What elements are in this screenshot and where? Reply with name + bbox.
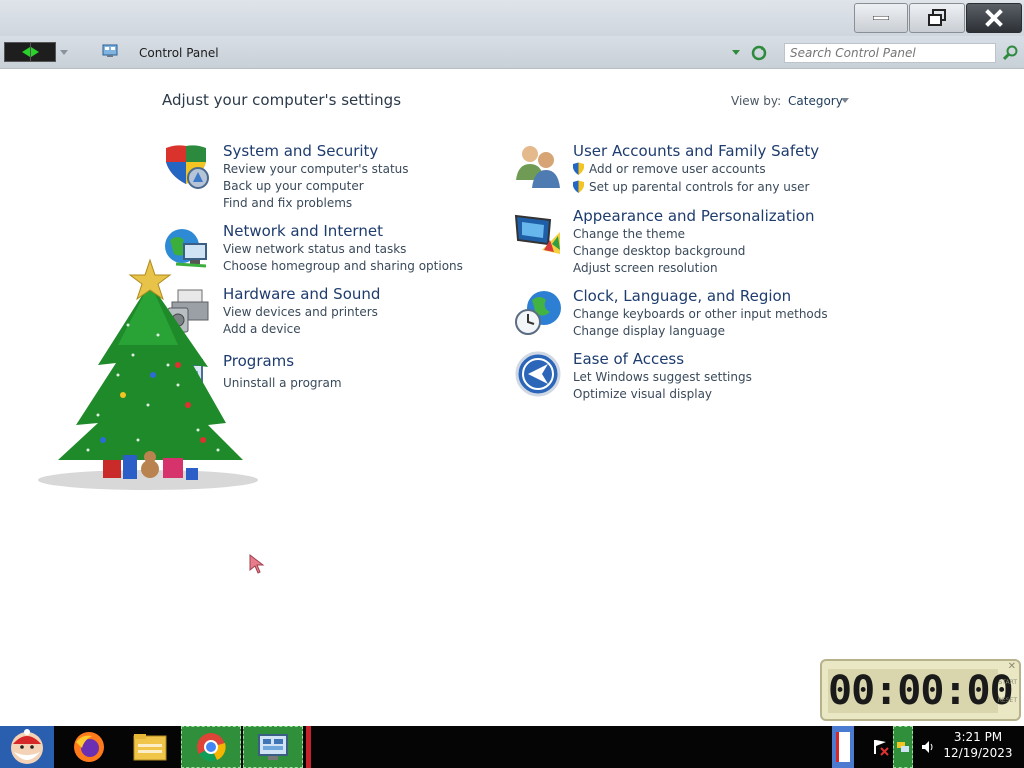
back-button[interactable] bbox=[5, 43, 30, 61]
link-find-fix[interactable]: Find and fix problems bbox=[223, 196, 352, 210]
timer-reset-button[interactable]: RESET bbox=[998, 697, 1017, 704]
view-by-label: View by: bbox=[731, 94, 782, 108]
clock-date[interactable]: 12/19/2023 bbox=[940, 746, 1016, 760]
close-icon bbox=[985, 9, 1003, 27]
volume-icon[interactable] bbox=[920, 739, 936, 755]
clock-globe-icon[interactable] bbox=[514, 288, 562, 336]
page-title: Adjust your computer's settings bbox=[162, 91, 402, 109]
control-panel-small-icon bbox=[102, 44, 118, 57]
taskbar-chrome[interactable] bbox=[181, 726, 241, 768]
mouse-cursor-icon bbox=[249, 553, 265, 574]
link-keyboards[interactable]: Change keyboards or other input methods bbox=[573, 307, 828, 321]
category-user-accounts[interactable]: User Accounts and Family Safety bbox=[573, 142, 819, 160]
link-review-status[interactable]: Review your computer's status bbox=[223, 162, 409, 176]
christmas-tree-decoration bbox=[38, 258, 258, 490]
control-panel-window: Control Panel Adjust your computer's set… bbox=[0, 0, 1024, 726]
view-by-dropdown[interactable]: Category bbox=[788, 94, 843, 108]
forward-button[interactable] bbox=[29, 43, 56, 61]
users-icon[interactable] bbox=[514, 142, 562, 190]
tray-network-icon[interactable] bbox=[893, 726, 913, 768]
close-button[interactable] bbox=[966, 3, 1022, 33]
link-network-status[interactable]: View network status and tasks bbox=[223, 242, 406, 256]
link-back-up[interactable]: Back up your computer bbox=[223, 179, 364, 193]
minimize-icon bbox=[873, 16, 889, 20]
breadcrumb[interactable]: Control Panel bbox=[139, 46, 219, 60]
link-change-theme[interactable]: Change the theme bbox=[573, 227, 685, 241]
category-system-security[interactable]: System and Security bbox=[223, 142, 378, 160]
tray-language-icon[interactable] bbox=[832, 726, 854, 768]
category-network-internet[interactable]: Network and Internet bbox=[223, 222, 383, 240]
restore-icon bbox=[928, 9, 946, 26]
title-bar[interactable] bbox=[0, 0, 1024, 36]
link-add-remove-users[interactable]: Add or remove user accounts bbox=[589, 162, 766, 176]
action-center-flag-icon[interactable] bbox=[872, 738, 890, 756]
timer-display: 00:00:00 bbox=[828, 668, 1014, 714]
forward-arrow-icon bbox=[30, 47, 56, 57]
address-dropdown-icon[interactable] bbox=[732, 50, 740, 55]
taskbar-file-explorer[interactable] bbox=[126, 726, 174, 768]
network-icon bbox=[897, 742, 909, 752]
gadget-close-icon[interactable]: ✕ bbox=[1008, 661, 1016, 672]
santa-start-icon bbox=[11, 729, 43, 764]
file-explorer-icon bbox=[133, 734, 167, 761]
link-display-language[interactable]: Change display language bbox=[573, 324, 725, 338]
taskbar-divider bbox=[306, 726, 311, 768]
taskbar-firefox[interactable] bbox=[66, 726, 112, 768]
chevron-down-icon[interactable] bbox=[841, 98, 849, 103]
uac-shield-icon bbox=[573, 180, 584, 193]
link-visual-display[interactable]: Optimize visual display bbox=[573, 387, 712, 401]
navigation-buttons bbox=[4, 42, 56, 62]
stopwatch-gadget: 00:00:00 ✕ START RESET bbox=[820, 659, 1021, 721]
link-screen-resolution[interactable]: Adjust screen resolution bbox=[573, 261, 718, 275]
back-arrow-icon bbox=[5, 47, 30, 57]
control-panel-icon bbox=[258, 734, 288, 760]
link-suggest-settings[interactable]: Let Windows suggest settings bbox=[573, 370, 752, 384]
shield-icon[interactable] bbox=[162, 142, 210, 190]
category-clock-language[interactable]: Clock, Language, and Region bbox=[573, 287, 791, 305]
clock-time[interactable]: 3:21 PM bbox=[940, 730, 1016, 744]
recent-pages-dropdown-icon[interactable] bbox=[60, 50, 68, 55]
minimize-button[interactable] bbox=[854, 3, 908, 33]
taskbar: 3:21 PM 12/19/2023 bbox=[0, 726, 1024, 768]
start-button[interactable] bbox=[0, 726, 54, 768]
ease-of-access-icon[interactable] bbox=[514, 350, 562, 398]
link-parental-controls[interactable]: Set up parental controls for any user bbox=[589, 180, 809, 194]
category-ease-of-access[interactable]: Ease of Access bbox=[573, 350, 684, 368]
firefox-icon bbox=[74, 732, 104, 762]
monitor-palette-icon[interactable] bbox=[514, 210, 562, 258]
search-icon[interactable] bbox=[1003, 45, 1019, 61]
taskbar-control-panel[interactable] bbox=[243, 726, 303, 768]
timer-start-button[interactable]: START bbox=[998, 679, 1017, 686]
refresh-icon[interactable] bbox=[751, 45, 767, 61]
chrome-icon bbox=[197, 733, 226, 762]
search-input[interactable] bbox=[784, 43, 996, 63]
category-appearance[interactable]: Appearance and Personalization bbox=[573, 207, 815, 225]
uac-shield-icon bbox=[573, 162, 584, 175]
link-homegroup[interactable]: Choose homegroup and sharing options bbox=[223, 259, 463, 273]
link-desktop-background[interactable]: Change desktop background bbox=[573, 244, 745, 258]
restore-button[interactable] bbox=[909, 3, 965, 33]
